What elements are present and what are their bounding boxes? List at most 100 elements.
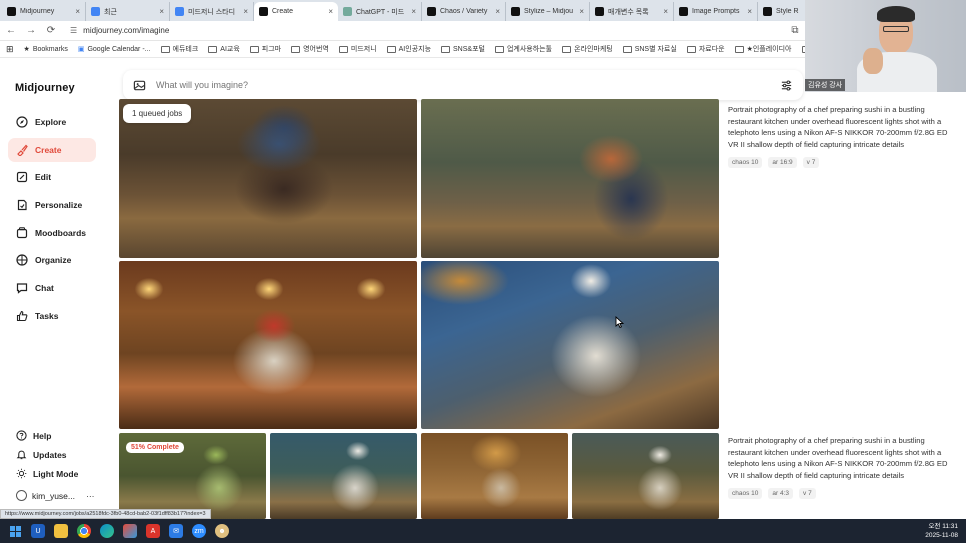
- tab-close-icon[interactable]: ×: [495, 7, 500, 16]
- sidebar-item-help[interactable]: Help: [8, 426, 108, 445]
- tab-close-icon[interactable]: ×: [411, 7, 416, 16]
- app-icon[interactable]: U: [31, 524, 45, 538]
- app-icon[interactable]: ✉: [169, 524, 183, 538]
- bookmark-item[interactable]: AI교육: [208, 44, 240, 54]
- sidebar-item-label: Explore: [35, 117, 67, 127]
- translate-icon[interactable]: ⧉: [790, 25, 800, 36]
- app-logo[interactable]: Midjourney: [15, 82, 75, 94]
- sidebar-item-tasks[interactable]: Tasks: [8, 304, 96, 328]
- browser-tab[interactable]: 최근 ×: [86, 2, 170, 21]
- prompt-input[interactable]: [156, 80, 770, 90]
- acrobat-icon[interactable]: A: [146, 524, 160, 538]
- user-menu[interactable]: kim_yuse... ···: [16, 490, 95, 501]
- sidebar-item-personalize[interactable]: Personalize: [8, 193, 96, 217]
- browser-tab[interactable]: Chaos / Variety ×: [422, 2, 506, 21]
- settings-sliders-icon[interactable]: [780, 79, 793, 92]
- bookmark-item[interactable]: 온라인마케팅: [562, 44, 613, 54]
- tab-close-icon[interactable]: ×: [663, 7, 668, 16]
- bookmark-item[interactable]: SNS&포털: [441, 44, 485, 54]
- zoom-icon[interactable]: zm: [192, 524, 206, 538]
- apps-grid-icon[interactable]: ⊞: [6, 44, 14, 55]
- tab-title: 미드저니 스타디: [188, 8, 236, 16]
- bookmark-item[interactable]: 자료다운: [686, 44, 725, 54]
- bookmark-item[interactable]: 에듀테크: [160, 44, 198, 54]
- app-icon[interactable]: ☻: [215, 524, 229, 538]
- generated-image-in-progress[interactable]: [270, 433, 417, 519]
- param-chip[interactable]: v 7: [802, 156, 820, 168]
- tab-close-icon[interactable]: ×: [75, 7, 80, 16]
- tab-title: ChatGPT - 미드: [356, 8, 405, 16]
- browser-tab[interactable]: Create ×: [254, 2, 338, 21]
- file-explorer-icon[interactable]: [54, 524, 68, 538]
- forward-icon[interactable]: →: [26, 25, 36, 36]
- tab-favicon-icon: [679, 7, 688, 16]
- bookmark-item[interactable]: ★인플레이디아: [734, 44, 792, 54]
- chrome-icon[interactable]: [77, 524, 91, 538]
- reload-icon[interactable]: ⟳: [46, 25, 56, 36]
- sidebar-item-organize[interactable]: Organize: [8, 248, 96, 272]
- url-field[interactable]: ☰ midjourney.com/imagine: [66, 23, 169, 38]
- tab-favicon-icon: [91, 7, 100, 16]
- tab-close-icon[interactable]: ×: [328, 7, 333, 16]
- param-chip[interactable]: chaos 10: [728, 487, 763, 499]
- generated-image[interactable]: [421, 99, 719, 258]
- param-chip[interactable]: ar 16:9: [768, 156, 797, 168]
- browser-tab[interactable]: Midjourney ×: [2, 2, 86, 21]
- bookmark-item[interactable]: 피그마: [249, 44, 281, 54]
- generated-image-in-progress[interactable]: 51% Complete: [119, 433, 266, 519]
- bookmark-item[interactable]: 업계사용하는툴: [494, 44, 552, 54]
- sidebar-item-chat[interactable]: Chat: [8, 276, 96, 300]
- sidebar-item-edit[interactable]: Edit: [8, 165, 96, 189]
- sidebar-item-explore[interactable]: Explore: [8, 110, 96, 134]
- browser-tab[interactable]: 미드저니 스타디 ×: [170, 2, 254, 21]
- bookmark-label: 영어번역: [303, 46, 329, 53]
- edge-icon[interactable]: [100, 524, 114, 538]
- bookmark-item[interactable]: 미드저니: [338, 44, 377, 54]
- back-icon[interactable]: ←: [6, 25, 16, 36]
- tab-close-icon[interactable]: ×: [243, 7, 248, 16]
- sidebar-item-create[interactable]: Create: [8, 137, 96, 162]
- bookmark-item[interactable]: ★ Bookmarks: [24, 45, 68, 54]
- bookmark-item[interactable]: ▣ Google Calendar -...: [78, 45, 151, 54]
- folder-icon: [160, 45, 170, 53]
- tab-title: 최근: [104, 8, 117, 16]
- generated-image-in-progress[interactable]: [572, 433, 719, 519]
- photos-icon[interactable]: [123, 524, 137, 538]
- bookmark-item[interactable]: SNS별 자료실: [622, 44, 677, 54]
- prompt-info: Portrait photography of a chef preparing…: [728, 435, 953, 499]
- tab-close-icon[interactable]: ×: [747, 7, 752, 16]
- param-chip[interactable]: ar 4:3: [768, 487, 794, 499]
- bookmark-item[interactable]: AI인공지능: [386, 44, 431, 54]
- queued-jobs-badge[interactable]: 1 queued jobs: [123, 104, 192, 123]
- image-upload-icon[interactable]: [133, 79, 146, 92]
- edit-icon: [16, 172, 28, 183]
- param-chip[interactable]: v 7: [799, 487, 816, 499]
- os-taskbar: U A ✉ zm ☻ 오전 11:31 2025-11-08: [0, 519, 966, 543]
- tab-favicon-icon: [511, 7, 520, 16]
- param-chip[interactable]: chaos 10: [728, 156, 763, 168]
- more-icon[interactable]: ···: [86, 491, 95, 501]
- tab-close-icon[interactable]: ×: [579, 7, 584, 16]
- tab-favicon-icon: [259, 7, 268, 16]
- browser-tab[interactable]: ChatGPT - 미드 ×: [338, 2, 422, 21]
- generated-image-in-progress[interactable]: [421, 433, 568, 519]
- prompt-info: Portrait photography of a chef preparing…: [728, 104, 953, 168]
- folder-icon: [622, 45, 632, 53]
- sidebar-item-updates[interactable]: Updates: [8, 445, 108, 464]
- tab-close-icon[interactable]: ×: [159, 7, 164, 16]
- sidebar-bottom-nav: Help Updates Light Mode: [8, 426, 108, 483]
- browser-tab[interactable]: 매개변수 목록 ×: [590, 2, 674, 21]
- windows-start-icon[interactable]: [8, 524, 22, 538]
- browser-tab[interactable]: Image Prompts ×: [674, 2, 758, 21]
- prompt-text[interactable]: Portrait photography of a chef preparing…: [728, 435, 953, 482]
- sidebar-item-label: Updates: [33, 449, 67, 460]
- generated-image[interactable]: [421, 261, 719, 429]
- sidebar-item-moodboards[interactable]: Moodboards: [8, 221, 96, 245]
- bookmark-item[interactable]: 영어번역: [291, 44, 329, 54]
- browser-tab[interactable]: Stylize – Midjou ×: [506, 2, 590, 21]
- sidebar-item-light-mode[interactable]: Light Mode: [8, 464, 108, 483]
- generated-image[interactable]: [119, 261, 417, 429]
- prompt-text[interactable]: Portrait photography of a chef preparing…: [728, 104, 953, 151]
- site-info-icon[interactable]: ☰: [70, 26, 77, 35]
- system-clock[interactable]: 오전 11:31 2025-11-08: [925, 522, 958, 540]
